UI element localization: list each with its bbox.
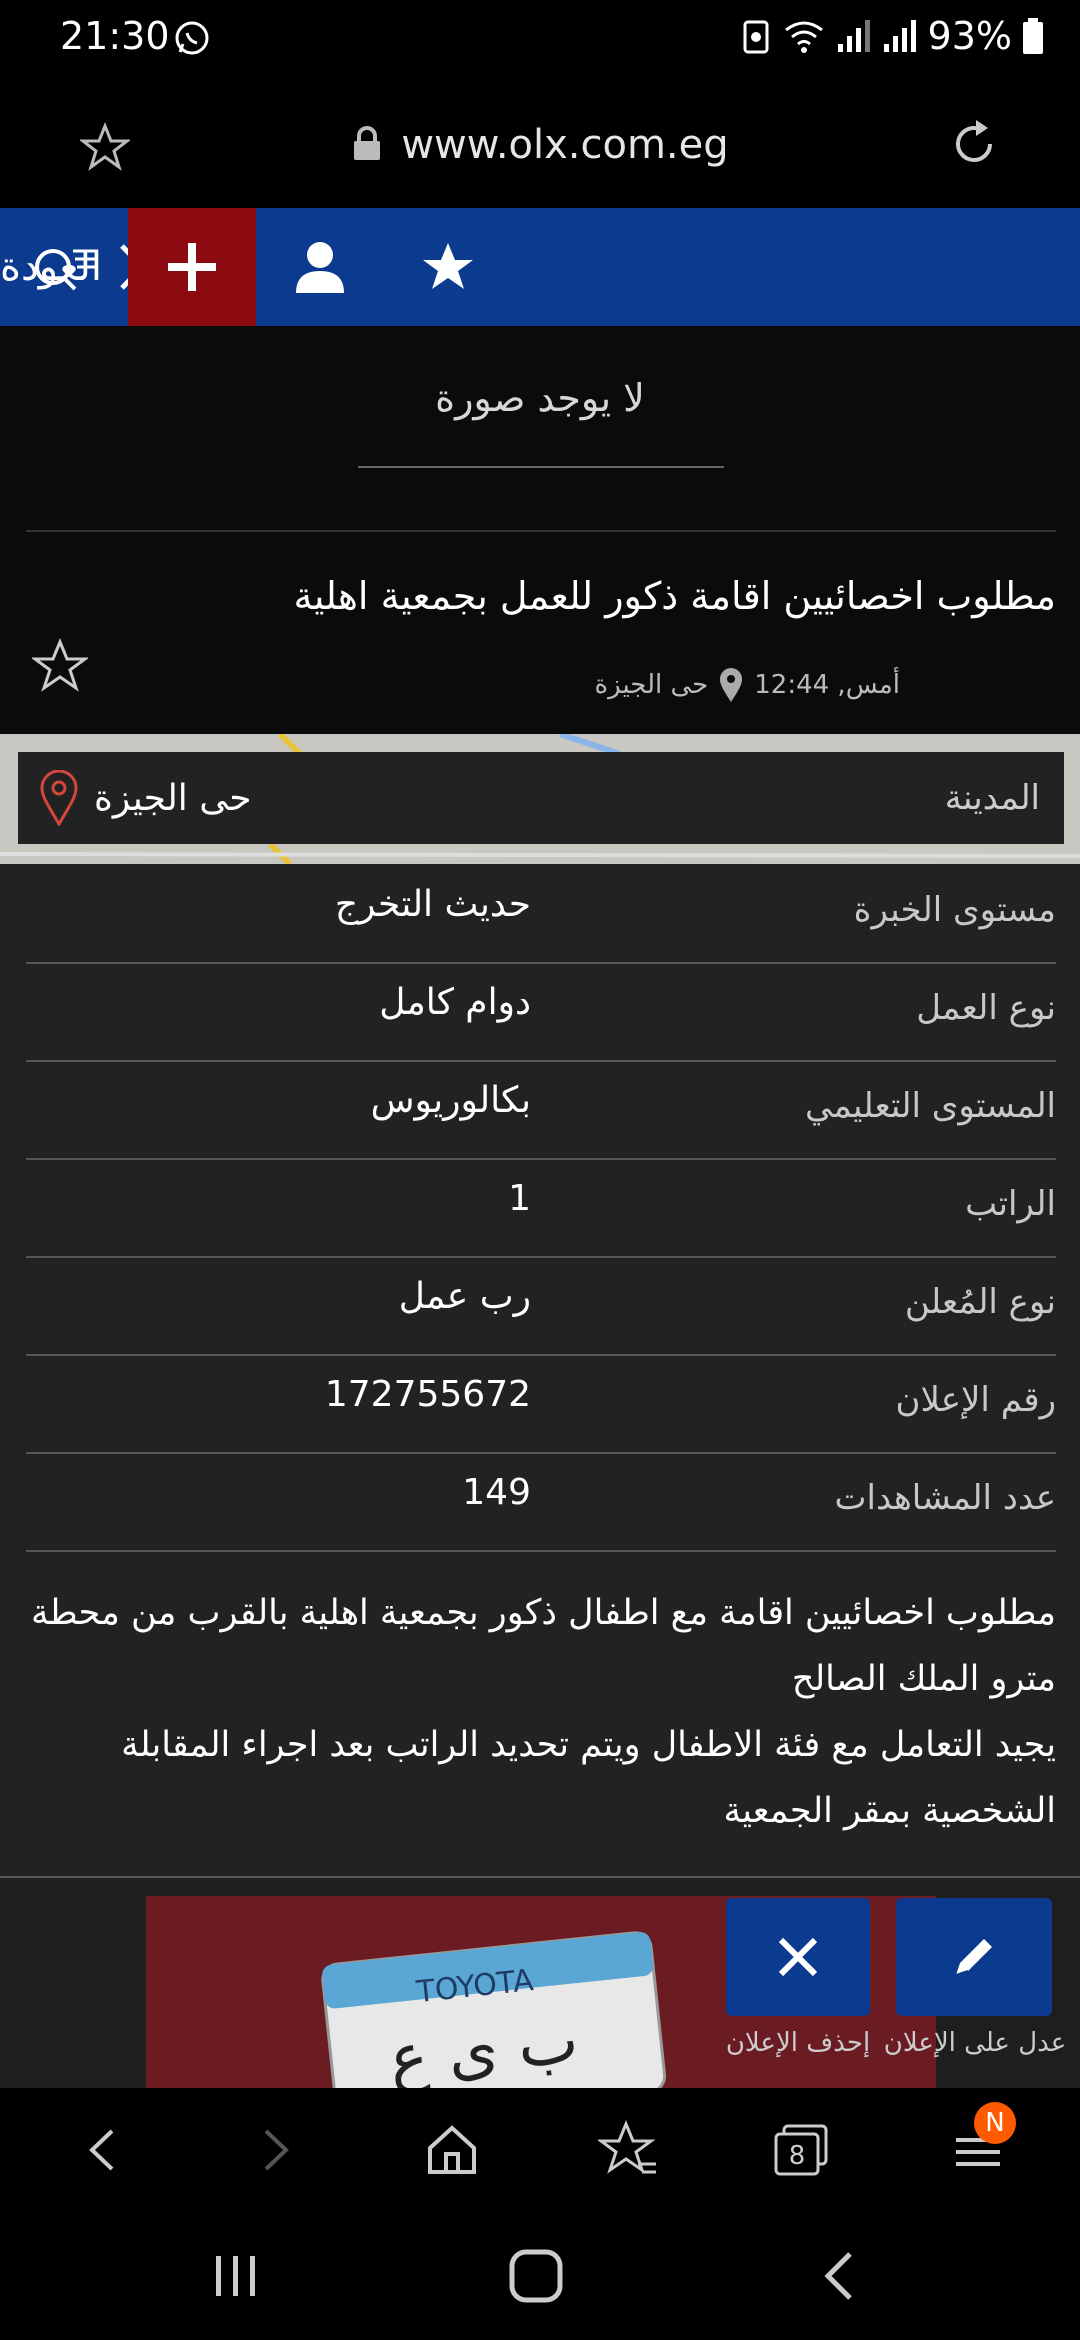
detail-value: 172755672: [324, 1374, 531, 1415]
description-line: مترو الملك الصالح: [791, 1659, 1056, 1699]
description-line: الشخصية بمقر الجمعية: [723, 1791, 1056, 1831]
detail-value: دوام كامل: [379, 982, 531, 1023]
detail-label: الراتب: [965, 1184, 1056, 1224]
detail-label: رقم الإعلان: [895, 1380, 1057, 1420]
detail-label: نوع المُعلن: [904, 1282, 1056, 1322]
city-value: حى الجيزة: [94, 777, 252, 819]
detail-value: 1: [508, 1178, 531, 1219]
listing-location: حى الجيزة: [594, 670, 709, 700]
close-icon: [778, 1937, 818, 1977]
detail-value: بكالوريوس: [370, 1080, 531, 1121]
add-listing-button[interactable]: [128, 208, 256, 326]
detail-value: رب عمل: [398, 1276, 531, 1317]
status-right: 93%: [742, 14, 1044, 58]
detail-row: رقم الإعلان 172755672: [26, 1354, 1056, 1454]
search-filter-icon: [35, 249, 95, 291]
listing-title: مطلوب اخصائيين اقامة ذكور للعمل بجمعية ا…: [293, 574, 1056, 618]
account-button[interactable]: [256, 208, 384, 326]
home-nav-icon[interactable]: [506, 2246, 566, 2306]
no-image-text: لا يوجد صورة: [435, 376, 645, 420]
edit-listing-label: عدل على الإعلان: [883, 2028, 1067, 2058]
city-label: المدينة: [944, 778, 1040, 818]
detail-row: نوع العمل دوام كامل: [26, 962, 1056, 1062]
plus-icon: [168, 243, 216, 291]
browser-home-button[interactable]: [420, 2118, 484, 2182]
divider: [358, 466, 724, 468]
description-line: مطلوب اخصائيين اقامة مع اطفال ذكور بجمعي…: [31, 1593, 1056, 1633]
browser-forward-button[interactable]: [244, 2118, 308, 2182]
details-table: مستوى الخبرة حديث التخرج نوع العمل دوام …: [0, 864, 1080, 1880]
battery-percent: 93%: [927, 14, 1012, 58]
browser-tabs-button[interactable]: 8: [770, 2118, 834, 2182]
user-icon: [296, 242, 344, 293]
description-line: يجيد التعامل مع فئة الاطفال ويتم تحديد ا…: [121, 1725, 1056, 1765]
detail-value: 149: [462, 1472, 531, 1513]
lock-icon: [354, 126, 381, 160]
url-bar: www.olx.com.eg: [0, 80, 1080, 208]
listing-description: مطلوب اخصائيين اقامة مع اطفال ذكور بجمعي…: [26, 1580, 1056, 1844]
detail-row: المستوى التعليمي بكالوريوس: [26, 1060, 1056, 1160]
detail-row: عدد المشاهدات 149: [26, 1452, 1056, 1552]
favorite-star-icon[interactable]: [32, 638, 88, 694]
signal-icon-1: [837, 20, 870, 52]
owner-actions: TOYOTA ب ى ع إحذف الإعلان عدل على الإعلا…: [0, 1880, 1080, 2088]
star-icon: [423, 243, 473, 289]
divider: [26, 530, 1056, 532]
status-bar: 21:30 93%: [0, 0, 1080, 80]
back-nav-icon[interactable]: [820, 2246, 860, 2306]
chevron-right-icon: [264, 2129, 289, 2171]
detail-label: عدد المشاهدات: [834, 1478, 1056, 1518]
detail-label: المستوى التعليمي: [804, 1086, 1056, 1126]
star-bookmarks-icon: [598, 2120, 656, 2174]
city-row: المدينة حى الجيزة: [18, 752, 1064, 844]
detail-label: نوع العمل: [916, 988, 1056, 1028]
detail-label: مستوى الخبرة: [853, 890, 1056, 930]
url-field[interactable]: www.olx.com.eg: [0, 122, 1080, 168]
browser-bookmarks-button[interactable]: [596, 2118, 660, 2182]
divider: [0, 1876, 1080, 1878]
signal-icon-2: [883, 20, 916, 52]
reload-icon[interactable]: [946, 116, 1002, 172]
tabs-count: 8: [789, 2141, 806, 2171]
tabs-icon: 8: [774, 2124, 828, 2176]
whatsapp-icon: [175, 21, 209, 55]
delete-listing-label: إحذف الإعلان: [725, 2028, 871, 2058]
listing-meta: أمس, 12:44 حى الجيزة: [594, 666, 900, 704]
detail-row: مستوى الخبرة حديث التخرج: [26, 864, 1056, 964]
edit-listing-button[interactable]: [896, 1898, 1052, 2016]
city-value-wrap: حى الجيزة: [40, 770, 252, 826]
battery-icon: [1023, 18, 1043, 54]
listing-header: لا يوجد صورة مطلوب اخصائيين اقامة ذكور ل…: [0, 326, 1080, 734]
browser-back-button[interactable]: [70, 2118, 134, 2182]
status-time: 21:30: [60, 14, 170, 58]
detail-row: نوع المُعلن رب عمل: [26, 1256, 1056, 1356]
wifi-icon: [784, 21, 823, 53]
system-navigation: [0, 2212, 1080, 2340]
search-filter-button[interactable]: [0, 208, 128, 326]
notification-badge: N: [974, 2102, 1016, 2144]
favorites-button[interactable]: [384, 208, 512, 326]
location-pin-icon: [720, 668, 743, 702]
pencil-icon: [951, 1939, 992, 1980]
listing-time: أمس, 12:44: [754, 670, 900, 700]
site-nav: العودة: [0, 208, 1080, 326]
map-pin-icon: [40, 770, 78, 826]
home-icon: [428, 2125, 476, 2174]
chevron-left-icon: [89, 2129, 114, 2171]
detail-row: الراتب 1: [26, 1158, 1056, 1258]
url-text: www.olx.com.eg: [401, 122, 729, 168]
recent-apps-icon[interactable]: [206, 2248, 266, 2304]
delete-listing-button[interactable]: [726, 1898, 870, 2016]
data-saver-icon: [743, 20, 769, 54]
browser-toolbar: 8 N: [0, 2088, 1080, 2212]
detail-value: حديث التخرج: [334, 884, 531, 925]
